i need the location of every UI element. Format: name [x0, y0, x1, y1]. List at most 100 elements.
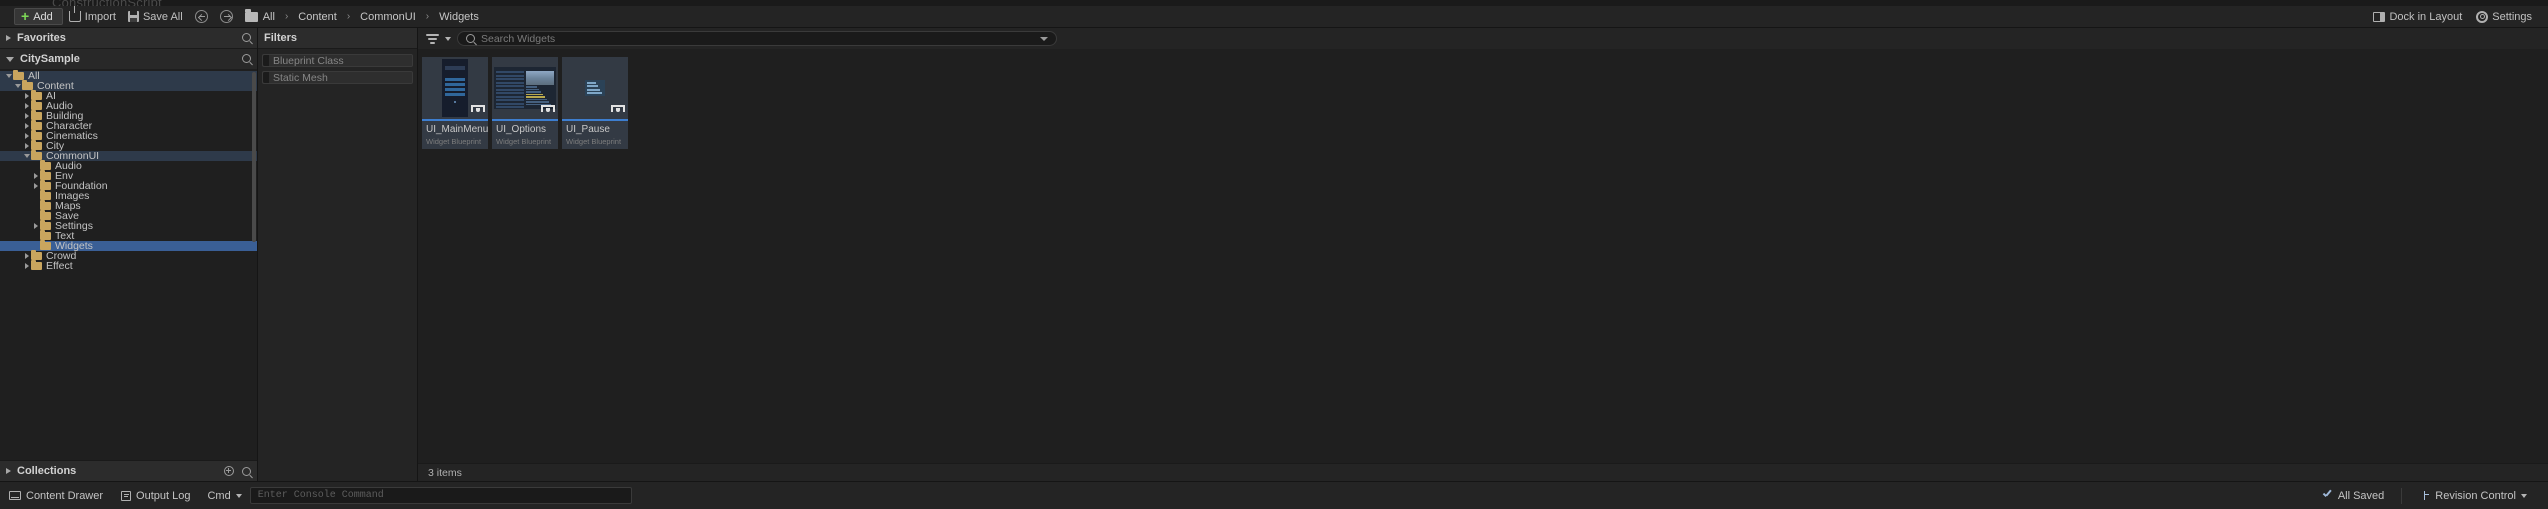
tree-item-audio[interactable]: Audio [0, 160, 257, 172]
asset-name: UI_Options [496, 124, 547, 135]
tree-item-crowd[interactable]: Crowd [0, 250, 257, 262]
tree-item-maps[interactable]: Maps [0, 200, 257, 212]
chevron-right-icon[interactable] [22, 253, 31, 259]
project-label: CitySample [20, 53, 80, 65]
import-button-label: Import [84, 10, 116, 23]
breadcrumb-item-all[interactable]: All [262, 11, 276, 23]
chevron-right-icon[interactable] [31, 173, 40, 179]
content-browser-toolbar: + Add Import Save All All › Content › Co… [0, 6, 2548, 28]
folder-tree[interactable]: All Content AI Audio Building Character Cinema… [0, 70, 257, 460]
filter-item-blueprint-class[interactable]: Blueprint Class [262, 54, 413, 67]
asset-type-label: Widget Blueprint [496, 137, 552, 146]
add-collection-icon[interactable] [224, 466, 234, 476]
tree-item-commonui[interactable]: CommonUI [0, 150, 257, 162]
search-icon [466, 34, 475, 43]
chevron-down-icon [235, 493, 242, 498]
tree-item-ai[interactable]: AI [0, 90, 257, 102]
tree-item-label: Effect [46, 260, 73, 272]
plus-icon: + [21, 8, 30, 24]
tree-item-city[interactable]: City [0, 140, 257, 152]
breadcrumb-item-widgets[interactable]: Widgets [438, 11, 480, 23]
chevron-right-icon[interactable] [22, 263, 31, 269]
settings-button[interactable]: Settings [2470, 8, 2538, 25]
folder-icon [31, 130, 42, 140]
item-count-label: 3 items [428, 466, 462, 479]
asset-view-toolbar: Search Widgets [418, 28, 2548, 49]
tree-item-cinematics[interactable]: Cinematics [0, 130, 257, 142]
favorites-header[interactable]: Favorites [0, 28, 257, 49]
tree-item-text[interactable]: Text [0, 230, 257, 242]
asset-tile[interactable]: UI_Options Widget Blueprint [492, 57, 558, 149]
filter-item-static-mesh[interactable]: Static Mesh [262, 71, 413, 84]
chevron-down-icon[interactable] [4, 74, 13, 78]
favorites-search-button[interactable] [242, 29, 251, 47]
tree-item-env[interactable]: Env [0, 170, 257, 182]
search-input[interactable]: Search Widgets [457, 31, 1057, 46]
tree-item-save[interactable]: Save [0, 210, 257, 222]
tree-item-settings[interactable]: Settings [0, 220, 257, 232]
tree-item-images[interactable]: Images [0, 190, 257, 202]
chevron-down-icon[interactable] [445, 36, 451, 41]
chevron-down-icon[interactable] [13, 84, 22, 88]
folder-icon [31, 140, 42, 150]
log-icon [121, 490, 132, 501]
editor-status-bar: Content Drawer Output Log Cmd Enter Cons… [0, 481, 2548, 509]
all-saved-button[interactable]: All Saved [2313, 487, 2393, 505]
search-icon[interactable] [242, 466, 251, 476]
add-button[interactable]: + Add [14, 8, 63, 25]
folder-icon [40, 240, 51, 250]
asset-thumbnail [492, 57, 558, 119]
revision-control-button[interactable]: Revision Control [2410, 487, 2536, 505]
chevron-right-icon[interactable] [31, 223, 40, 229]
folder-icon [244, 9, 258, 22]
navigate-forward-button[interactable] [214, 8, 239, 25]
import-button[interactable]: Import [63, 6, 122, 25]
tree-item-building[interactable]: Building [0, 110, 257, 122]
chevron-right-icon[interactable] [22, 103, 31, 109]
folder-icon [40, 170, 51, 180]
content-drawer-button[interactable]: Content Drawer [0, 487, 112, 505]
tree-item-widgets[interactable]: Widgets [0, 240, 257, 252]
asset-status-bar: 3 items [418, 463, 2548, 481]
folder-icon [31, 260, 42, 270]
asset-tile[interactable]: UI_MainMenu Widget Blueprint [422, 57, 488, 149]
dock-in-layout-button[interactable]: Dock in Layout [2367, 8, 2468, 25]
cmd-dropdown[interactable]: Cmd [199, 490, 249, 502]
chevron-down-icon[interactable] [22, 154, 31, 158]
folder-icon [22, 80, 33, 90]
filters-panel: Filters Blueprint Class Static Mesh [258, 28, 418, 481]
console-command-input[interactable]: Enter Console Command [249, 487, 632, 504]
folder-icon [31, 90, 42, 100]
chevron-right-icon[interactable] [22, 113, 31, 119]
tree-scrollbar[interactable] [252, 72, 256, 242]
widget-blueprint-icon [541, 105, 555, 116]
tree-item-foundation[interactable]: Foundation [0, 180, 257, 192]
tree-item-content[interactable]: Content [0, 80, 257, 92]
chevron-right-icon[interactable] [22, 143, 31, 149]
filter-icon[interactable] [426, 33, 439, 44]
chevron-right-icon[interactable] [22, 123, 31, 129]
tree-item-character[interactable]: Character [0, 120, 257, 132]
chevron-down-icon[interactable] [1040, 36, 1048, 41]
project-search-button[interactable] [242, 50, 251, 68]
collections-label: Collections [17, 465, 77, 477]
breadcrumb-item-commonui[interactable]: CommonUI [359, 11, 417, 23]
check-icon [2322, 490, 2333, 501]
asset-tile[interactable]: UI_Pause Widget Blueprint [562, 57, 628, 149]
thumbnail-options [494, 67, 556, 109]
asset-type-label: Widget Blueprint [566, 137, 622, 146]
project-header[interactable]: CitySample [0, 49, 257, 70]
navigate-back-button[interactable] [189, 8, 214, 25]
tree-item-audio[interactable]: Audio [0, 100, 257, 112]
revision-control-label: Revision Control [2435, 489, 2516, 502]
chevron-right-icon: › [284, 11, 289, 22]
chevron-right-icon[interactable] [31, 183, 40, 189]
save-all-button[interactable]: Save All [122, 8, 189, 25]
output-log-button[interactable]: Output Log [112, 487, 199, 505]
chevron-right-icon[interactable] [22, 133, 31, 139]
asset-tile-grid[interactable]: UI_MainMenu Widget Blueprint UI_Options Wid… [418, 49, 2548, 463]
chevron-right-icon[interactable] [22, 93, 31, 99]
collections-header[interactable]: Collections [0, 460, 257, 481]
tree-item-effect[interactable]: Effect [0, 260, 257, 272]
breadcrumb-item-content[interactable]: Content [297, 11, 338, 23]
